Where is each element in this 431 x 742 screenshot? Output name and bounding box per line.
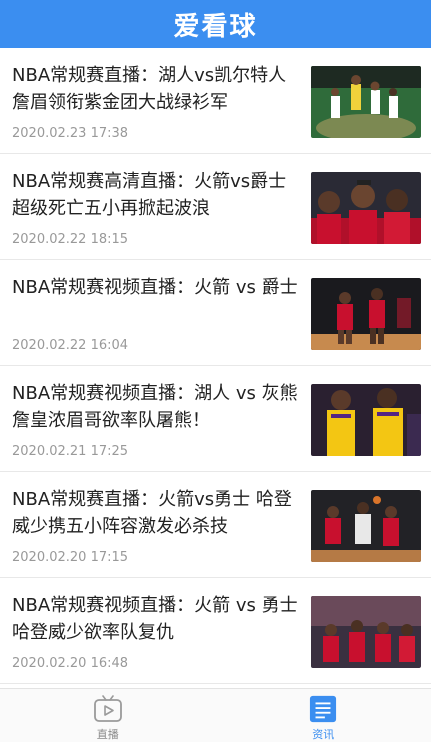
news-document-icon [310,695,337,723]
rockets-players-photo [311,172,421,244]
news-thumbnail[interactable] [311,384,421,456]
lakers-vs-celtics-photo [311,66,421,138]
news-thumbnail[interactable] [311,596,421,668]
rockets-court-photo [311,490,421,562]
news-item[interactable]: NBA常规赛直播：湖人vs凯尔特人 詹眉领衔紫金团大战绿衫军 2020.02.2… [0,48,431,154]
rockets-game-photo [311,278,421,350]
news-title: NBA常规赛直播：湖人vs凯尔特人 詹眉领衔紫金团大战绿衫军 [12,65,287,113]
news-list[interactable]: NBA常规赛直播：湖人vs凯尔特人 詹眉领衔紫金团大战绿衫军 2020.02.2… [0,48,431,688]
news-item[interactable]: NBA常规赛直播：火箭vs勇士 哈登威少携五小阵容激发必杀技 2020.02.2… [0,472,431,578]
bottom-tab-bar: 直播 资讯 [0,688,431,742]
tab-news[interactable]: 资讯 [216,689,431,742]
news-title: NBA常规赛高清直播：火箭vs爵士 超级死亡五小再掀起波浪 [12,171,287,219]
news-item[interactable]: NBA常规赛视频直播：火箭 vs 爵士 2020.02.22 16:04 [0,260,431,366]
tv-play-icon [93,695,122,722]
news-time: 2020.02.21 17:25 [12,444,129,459]
news-item[interactable]: NBA常规赛高清直播：火箭vs爵士 超级死亡五小再掀起波浪 2020.02.22… [0,154,431,260]
news-thumbnail[interactable] [311,66,421,138]
news-title: NBA常规赛视频直播：火箭 vs 爵士 [12,277,298,298]
tab-label: 资讯 [312,728,335,741]
news-time: 2020.02.22 18:15 [12,232,129,247]
app-logo-title: 爱看球 [173,11,258,42]
news-item[interactable]: NBA常规赛视频直播：湖人 vs 灰熊 詹皇浓眉哥欲率队屠熊！ 2020.02.… [0,366,431,472]
top-header: 爱看球 [0,0,431,48]
news-time: 2020.02.23 17:38 [12,126,129,141]
rockets-bench-photo [311,596,421,668]
news-item[interactable]: NBA常规赛视频直播：火箭 vs 勇士 哈登威少欲率队复仇 2020.02.20… [0,578,431,684]
news-title: NBA常规赛视频直播：湖人 vs 灰熊 詹皇浓眉哥欲率队屠熊！ [12,383,298,431]
tab-live[interactable]: 直播 [0,689,216,742]
news-time: 2020.02.20 16:48 [12,656,129,671]
tab-label: 直播 [96,728,119,741]
news-title: NBA常规赛视频直播：火箭 vs 勇士 哈登威少欲率队复仇 [12,595,298,643]
news-time: 2020.02.22 16:04 [12,338,129,353]
news-time: 2020.02.20 17:15 [12,550,129,565]
news-thumbnail[interactable] [311,278,421,350]
news-thumbnail[interactable] [311,172,421,244]
news-title: NBA常规赛直播：火箭vs勇士 哈登威少携五小阵容激发必杀技 [12,489,292,537]
lakers-players-photo [311,384,421,456]
news-thumbnail[interactable] [311,490,421,562]
